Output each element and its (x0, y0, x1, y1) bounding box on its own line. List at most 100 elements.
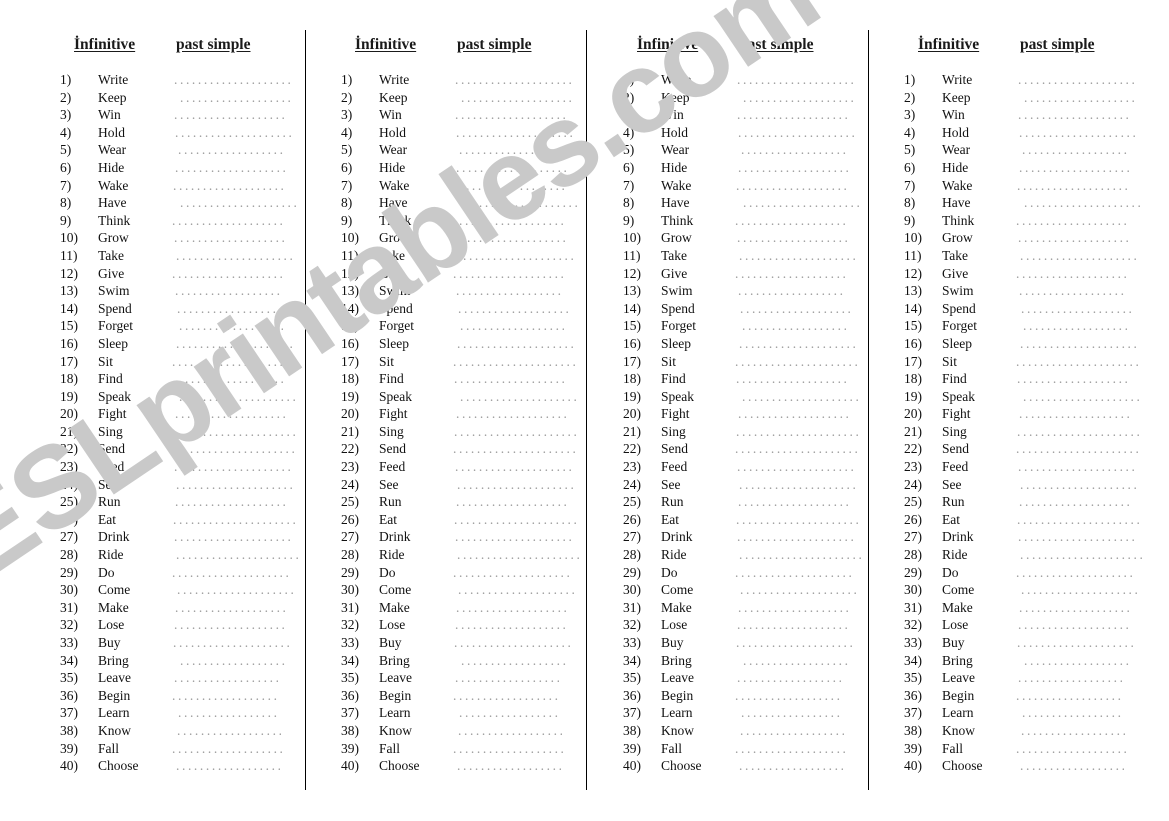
past-simple-answer-blank[interactable]: ....................... (461, 195, 579, 211)
past-simple-answer-blank[interactable]: ....................... (738, 160, 852, 176)
past-simple-answer-blank[interactable]: ....................... (1020, 477, 1138, 493)
past-simple-answer-blank[interactable]: ....................... (1016, 266, 1130, 282)
past-simple-answer-blank[interactable]: ....................... (455, 670, 559, 686)
past-simple-answer-blank[interactable]: ....................... (455, 230, 565, 246)
past-simple-answer-blank[interactable]: ....................... (175, 600, 287, 616)
past-simple-answer-blank[interactable]: ....................... (174, 230, 284, 246)
past-simple-answer-blank[interactable]: ....................... (172, 565, 288, 581)
past-simple-answer-blank[interactable]: ....................... (737, 617, 847, 633)
past-simple-answer-blank[interactable]: ....................... (1019, 406, 1129, 422)
past-simple-answer-blank[interactable]: ....................... (1021, 301, 1133, 317)
past-simple-answer-blank[interactable]: ....................... (456, 160, 570, 176)
past-simple-answer-blank[interactable]: ....................... (172, 688, 280, 704)
past-simple-answer-blank[interactable]: ....................... (737, 72, 855, 88)
past-simple-answer-blank[interactable]: ....................... (1016, 354, 1142, 370)
past-simple-answer-blank[interactable]: ....................... (742, 318, 846, 334)
past-simple-answer-blank[interactable]: ....................... (1020, 248, 1140, 264)
past-simple-answer-blank[interactable]: ....................... (173, 371, 285, 387)
past-simple-answer-blank[interactable]: ....................... (1018, 617, 1128, 633)
past-simple-answer-blank[interactable]: ....................... (175, 283, 281, 299)
past-simple-answer-blank[interactable]: ....................... (174, 617, 284, 633)
past-simple-answer-blank[interactable]: ....................... (1024, 90, 1134, 106)
past-simple-answer-blank[interactable]: ....................... (1018, 529, 1136, 545)
past-simple-answer-blank[interactable]: ....................... (457, 758, 561, 774)
past-simple-answer-blank[interactable]: ....................... (1016, 213, 1128, 229)
past-simple-answer-blank[interactable]: ....................... (173, 424, 295, 440)
past-simple-answer-blank[interactable]: ....................... (735, 688, 843, 704)
past-simple-answer-blank[interactable]: ....................... (1016, 688, 1124, 704)
past-simple-answer-blank[interactable]: ....................... (173, 178, 283, 194)
past-simple-answer-blank[interactable]: ....................... (180, 195, 298, 211)
past-simple-answer-blank[interactable]: ....................... (738, 406, 848, 422)
past-simple-answer-blank[interactable]: ....................... (1019, 283, 1125, 299)
past-simple-answer-blank[interactable]: ....................... (456, 494, 568, 510)
past-simple-answer-blank[interactable]: ....................... (1021, 582, 1141, 598)
past-simple-answer-blank[interactable]: ....................... (738, 600, 850, 616)
past-simple-answer-blank[interactable]: ....................... (175, 125, 291, 141)
past-simple-answer-blank[interactable]: ....................... (1018, 230, 1128, 246)
past-simple-answer-blank[interactable]: ....................... (454, 512, 580, 528)
past-simple-answer-blank[interactable]: ....................... (174, 459, 294, 475)
past-simple-answer-blank[interactable]: ....................... (175, 494, 287, 510)
past-simple-answer-blank[interactable]: ....................... (460, 318, 564, 334)
past-simple-answer-blank[interactable]: ....................... (176, 336, 292, 352)
past-simple-answer-blank[interactable]: ....................... (736, 424, 858, 440)
past-simple-answer-blank[interactable]: ....................... (735, 354, 861, 370)
past-simple-answer-blank[interactable]: ....................... (180, 653, 286, 669)
past-simple-answer-blank[interactable]: ....................... (739, 336, 855, 352)
past-simple-answer-blank[interactable]: ....................... (737, 107, 849, 123)
past-simple-answer-blank[interactable]: ....................... (453, 266, 567, 282)
past-simple-answer-blank[interactable]: ....................... (453, 354, 579, 370)
past-simple-answer-blank[interactable]: ....................... (1022, 705, 1122, 721)
past-simple-answer-blank[interactable]: ....................... (454, 424, 576, 440)
past-simple-answer-blank[interactable]: ....................... (741, 705, 841, 721)
past-simple-answer-blank[interactable]: ....................... (176, 547, 300, 563)
past-simple-answer-blank[interactable]: ....................... (740, 723, 844, 739)
past-simple-answer-blank[interactable]: ....................... (175, 406, 285, 422)
past-simple-answer-blank[interactable]: ....................... (172, 441, 296, 457)
past-simple-answer-blank[interactable]: ....................... (461, 90, 571, 106)
past-simple-answer-blank[interactable]: ....................... (454, 635, 572, 651)
past-simple-answer-blank[interactable]: ....................... (1018, 72, 1136, 88)
past-simple-answer-blank[interactable]: ....................... (172, 354, 298, 370)
past-simple-answer-blank[interactable]: ....................... (1020, 758, 1124, 774)
past-simple-answer-blank[interactable]: ....................... (453, 213, 565, 229)
past-simple-answer-blank[interactable]: ....................... (173, 512, 299, 528)
past-simple-answer-blank[interactable]: ....................... (737, 670, 841, 686)
past-simple-answer-blank[interactable]: ....................... (457, 477, 575, 493)
past-simple-answer-blank[interactable]: ....................... (1024, 195, 1142, 211)
past-simple-answer-blank[interactable]: ....................... (1016, 565, 1132, 581)
past-simple-answer-blank[interactable]: ....................... (1017, 512, 1143, 528)
past-simple-answer-blank[interactable]: ....................... (739, 248, 859, 264)
past-simple-answer-blank[interactable]: ....................... (1018, 459, 1138, 475)
past-simple-answer-blank[interactable]: ....................... (457, 336, 573, 352)
past-simple-answer-blank[interactable]: ....................... (179, 389, 297, 405)
past-simple-answer-blank[interactable]: ....................... (174, 72, 292, 88)
past-simple-answer-blank[interactable]: ....................... (173, 635, 291, 651)
past-simple-answer-blank[interactable]: ....................... (176, 477, 294, 493)
past-simple-answer-blank[interactable]: ....................... (735, 741, 847, 757)
past-simple-answer-blank[interactable]: ....................... (1019, 494, 1131, 510)
past-simple-answer-blank[interactable]: ....................... (459, 142, 567, 158)
past-simple-answer-blank[interactable]: ....................... (739, 758, 843, 774)
past-simple-answer-blank[interactable]: ....................... (174, 670, 278, 686)
past-simple-answer-blank[interactable]: ....................... (455, 459, 575, 475)
past-simple-answer-blank[interactable]: ....................... (737, 230, 847, 246)
past-simple-answer-blank[interactable]: ....................... (741, 142, 849, 158)
past-simple-answer-blank[interactable]: ....................... (739, 477, 857, 493)
past-simple-answer-blank[interactable]: ....................... (743, 90, 853, 106)
past-simple-answer-blank[interactable]: ....................... (175, 160, 289, 176)
past-simple-answer-blank[interactable]: ....................... (736, 512, 862, 528)
past-simple-answer-blank[interactable]: ....................... (455, 107, 567, 123)
past-simple-answer-blank[interactable]: ....................... (1018, 670, 1122, 686)
past-simple-answer-blank[interactable]: ....................... (740, 582, 860, 598)
past-simple-answer-blank[interactable]: ....................... (740, 301, 852, 317)
past-simple-answer-blank[interactable]: ....................... (735, 565, 851, 581)
past-simple-answer-blank[interactable]: ....................... (455, 617, 565, 633)
past-simple-answer-blank[interactable]: ....................... (454, 178, 564, 194)
past-simple-answer-blank[interactable]: ....................... (455, 72, 573, 88)
past-simple-answer-blank[interactable]: ....................... (172, 741, 284, 757)
past-simple-answer-blank[interactable]: ....................... (172, 266, 286, 282)
past-simple-answer-blank[interactable]: ....................... (178, 705, 278, 721)
past-simple-answer-blank[interactable]: ....................... (460, 389, 578, 405)
